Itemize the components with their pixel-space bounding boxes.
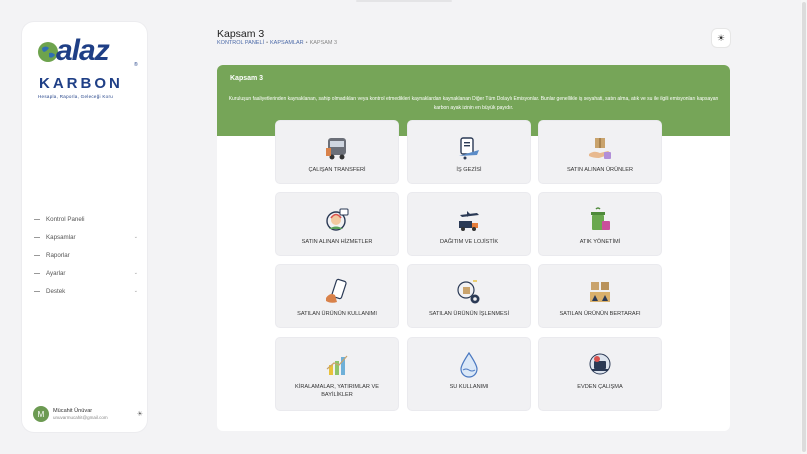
breadcrumb-dashboard[interactable]: KONTROL PANELİ [217, 40, 264, 46]
top-scroll-indicator [356, 0, 452, 2]
logo-sub-text: KARBON [39, 75, 123, 92]
water-drop-icon [460, 351, 478, 378]
phone-hand-icon [326, 278, 347, 303]
tile-use-of-sold-products[interactable]: SATILAN ÜRÜNÜN KULLANIMI [276, 265, 398, 327]
user-email: unuvarmucahit@gmail.com [53, 415, 108, 420]
scope-card: Kapsam 3 Kuruluşun faaliyetlerinden kayn… [217, 65, 730, 431]
tile-label: EVDEN ÇALIŞMA [577, 384, 623, 390]
sidebar-item-label: Raporlar [46, 251, 70, 259]
support-agent-icon [326, 208, 349, 231]
theme-toggle-button[interactable]: ☀ [712, 29, 730, 47]
chevron-down-icon: ⌄ [133, 234, 138, 240]
dash-icon [34, 272, 40, 274]
breadcrumb: KONTROL PANELİ • KAPSAMLAR • KAPSAM 3 [217, 40, 337, 46]
breadcrumb-current: KAPSAM 3 [309, 40, 338, 46]
tile-leases-investments-franchises[interactable]: KİRALAMALAR, YATIRIMLAR VE BAYİLİKLER [276, 338, 398, 410]
sidebar-item-label: Destek [46, 287, 66, 295]
sidebar-item-reports[interactable]: Raporlar [34, 246, 138, 264]
travel-icon [459, 137, 479, 160]
sidebar-item-label: Kapsamlar [46, 233, 76, 241]
tile-label: İŞ GEZİSİ [456, 167, 482, 173]
tile-water-usage[interactable]: SU KULLANIMI [408, 338, 530, 410]
tile-remote-work[interactable]: EVDEN ÇALIŞMA [539, 338, 661, 410]
dash-icon [34, 218, 40, 220]
waste-bin-icon [591, 207, 610, 230]
investment-chart-icon [326, 355, 348, 375]
sidebar-item-support[interactable]: Destek ⌄ [34, 282, 138, 300]
disposal-boxes-icon [590, 282, 610, 302]
dash-icon [34, 254, 40, 256]
page-title: Kapsam 3 [217, 28, 265, 40]
logo-registered: ® [134, 62, 138, 68]
tile-distribution-logistics[interactable]: DAĞITIM VE LOJİSTİK [408, 193, 530, 255]
user-profile[interactable]: M Mücahit Ünüvar unuvarmucahit@gmail.com… [33, 404, 143, 424]
sidebar-item-settings[interactable]: Ayarlar ⌄ [34, 264, 138, 282]
brand-logo[interactable]: alaz ® KARBON Hesapla, Raporla, Geleceği… [34, 34, 138, 110]
breadcrumb-separator: • [305, 40, 308, 46]
tile-label: ATIK YÖNETİMİ [579, 239, 621, 245]
hero-description: Kuruluşun faaliyetlerinden kaynaklanan, … [228, 96, 719, 111]
dash-icon [34, 236, 40, 238]
sidebar-item-dashboard[interactable]: Kontrol Paneli [34, 210, 138, 228]
logo-main-text: alaz [56, 34, 110, 67]
bus-icon [326, 138, 346, 160]
logistics-icon [459, 211, 479, 231]
scrollbar-thumb[interactable] [802, 2, 806, 452]
tile-employee-commute[interactable]: ÇALIŞAN TRANSFERİ [276, 121, 398, 183]
tile-label: DAĞITIM VE LOJİSTİK [439, 239, 499, 245]
tile-label: SATIN ALINAN ÜRÜNLER [566, 167, 634, 173]
sun-icon[interactable]: ☀ [137, 410, 143, 418]
processing-icon [457, 280, 480, 304]
chevron-down-icon: ⌄ [133, 288, 138, 294]
tile-waste-management[interactable]: ATIK YÖNETİMİ [539, 193, 661, 255]
dash-icon [34, 290, 40, 292]
sidebar-item-scopes[interactable]: Kapsamlar ⌄ [34, 228, 138, 246]
hero-title: Kapsam 3 [230, 75, 264, 82]
page-scrollbar[interactable] [801, 0, 807, 454]
tile-purchased-services[interactable]: SATIN ALINAN HİZMETLER [276, 193, 398, 255]
tile-business-travel[interactable]: İŞ GEZİSİ [408, 121, 530, 183]
tile-label: KİRALAMALAR, YATIRIMLAR VE BAYİLİKLER [295, 384, 379, 398]
tile-disposal-of-sold-products[interactable]: SATILAN ÜRÜNÜN BERTARAFI [539, 265, 661, 327]
sidebar-nav: Kontrol Paneli Kapsamlar ⌄ Raporlar Ayar… [34, 210, 138, 300]
tile-label: SATILAN ÜRÜNÜN BERTARAFI [559, 311, 641, 317]
sidebar-item-label: Ayarlar [46, 269, 66, 277]
tile-label: ÇALIŞAN TRANSFERİ [308, 167, 366, 173]
chevron-down-icon: ⌄ [133, 270, 138, 276]
tile-purchased-goods[interactable]: SATIN ALINAN ÜRÜNLER [539, 121, 661, 183]
tile-label: SATIN ALINAN HİZMETLER [301, 239, 373, 245]
tile-label: SATILAN ÜRÜNÜN KULLANIMI [297, 311, 377, 317]
sun-icon: ☀ [716, 32, 726, 43]
avatar: M [33, 406, 49, 422]
tile-label: SU KULLANIMI [449, 384, 489, 390]
user-name: Mücahit Ünüvar [53, 408, 93, 414]
user-info: Mücahit Ünüvar unuvarmucahit@gmail.com [53, 408, 137, 420]
sidebar-item-label: Kontrol Paneli [46, 215, 85, 223]
remote-work-icon [589, 353, 611, 375]
breadcrumb-separator: • [266, 40, 269, 46]
tile-processing-of-sold-products[interactable]: SATILAN ÜRÜNÜN İŞLENMESİ [408, 265, 530, 327]
tile-label: SATILAN ÜRÜNÜN İŞLENMESİ [428, 311, 510, 317]
sidebar: alaz ® KARBON Hesapla, Raporla, Geleceği… [22, 22, 147, 432]
logo-tagline: Hesapla, Raporla, Geleceği Koru [38, 94, 114, 99]
breadcrumb-scopes[interactable]: KAPSAMLAR [270, 40, 304, 46]
package-icon [589, 138, 611, 159]
